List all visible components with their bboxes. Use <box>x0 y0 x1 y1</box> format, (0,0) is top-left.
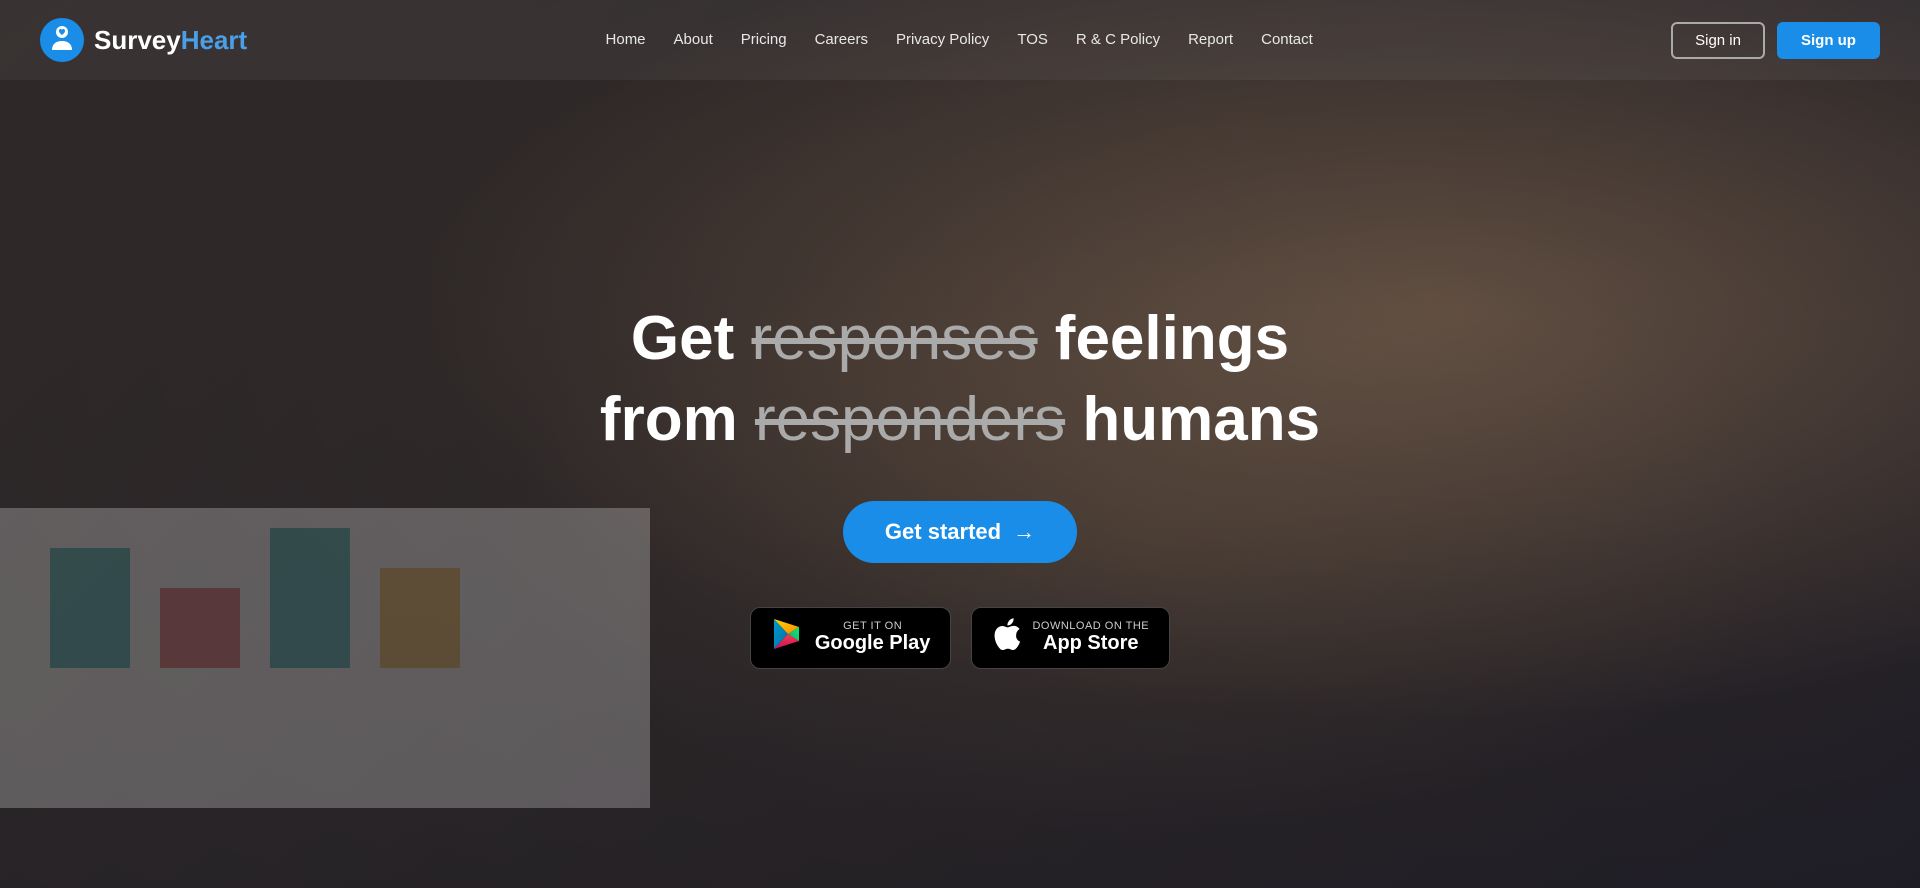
hero-headline: Get responses feelings from responders h… <box>600 299 1320 460</box>
google-play-name: Google Play <box>815 632 931 655</box>
apple-icon <box>992 618 1020 658</box>
app-store-sub: Download on the <box>1032 620 1149 632</box>
nav-about[interactable]: About <box>664 25 723 54</box>
nav-pricing[interactable]: Pricing <box>731 25 797 54</box>
store-badges: GET IT ON Google Play Download on the Ap… <box>750 607 1170 669</box>
hero-word-humans: humans <box>1082 385 1320 454</box>
get-started-label: Get started <box>885 519 1001 545</box>
hero-line1: Get responses feelings <box>631 304 1289 373</box>
strikethrough-responses: responses <box>752 304 1038 373</box>
google-play-badge[interactable]: GET IT ON Google Play <box>750 607 952 669</box>
nav-rc[interactable]: R & C Policy <box>1066 25 1170 54</box>
navbar: SurveyHeart Home About Pricing Careers P… <box>0 0 1920 80</box>
nav-careers[interactable]: Careers <box>805 25 878 54</box>
google-play-text: GET IT ON Google Play <box>815 620 931 655</box>
logo-link[interactable]: SurveyHeart <box>40 18 247 62</box>
nav-home[interactable]: Home <box>596 25 656 54</box>
arrow-icon: → <box>1013 519 1035 545</box>
hero-section: Get responses feelings from responders h… <box>0 80 1920 888</box>
signup-button[interactable]: Sign up <box>1777 22 1880 59</box>
hero-word-feelings: feelings <box>1055 304 1289 373</box>
hero-line2: from responders humans <box>600 385 1320 454</box>
google-play-sub: GET IT ON <box>815 620 931 632</box>
strikethrough-responders: responders <box>755 385 1065 454</box>
nav-report[interactable]: Report <box>1178 25 1243 54</box>
app-store-text: Download on the App Store <box>1032 620 1149 655</box>
nav-contact[interactable]: Contact <box>1251 25 1323 54</box>
logo-text: SurveyHeart <box>94 25 247 56</box>
nav-links: Home About Pricing Careers Privacy Polic… <box>596 31 1323 49</box>
app-store-name: App Store <box>1032 632 1149 655</box>
nav-actions: Sign in Sign up <box>1671 22 1880 59</box>
app-store-badge[interactable]: Download on the App Store <box>971 607 1170 669</box>
signin-button[interactable]: Sign in <box>1671 22 1765 59</box>
google-play-icon <box>771 618 803 658</box>
get-started-button[interactable]: Get started → <box>843 501 1077 563</box>
nav-privacy[interactable]: Privacy Policy <box>886 25 999 54</box>
logo-icon <box>40 18 84 62</box>
nav-tos[interactable]: TOS <box>1007 25 1058 54</box>
